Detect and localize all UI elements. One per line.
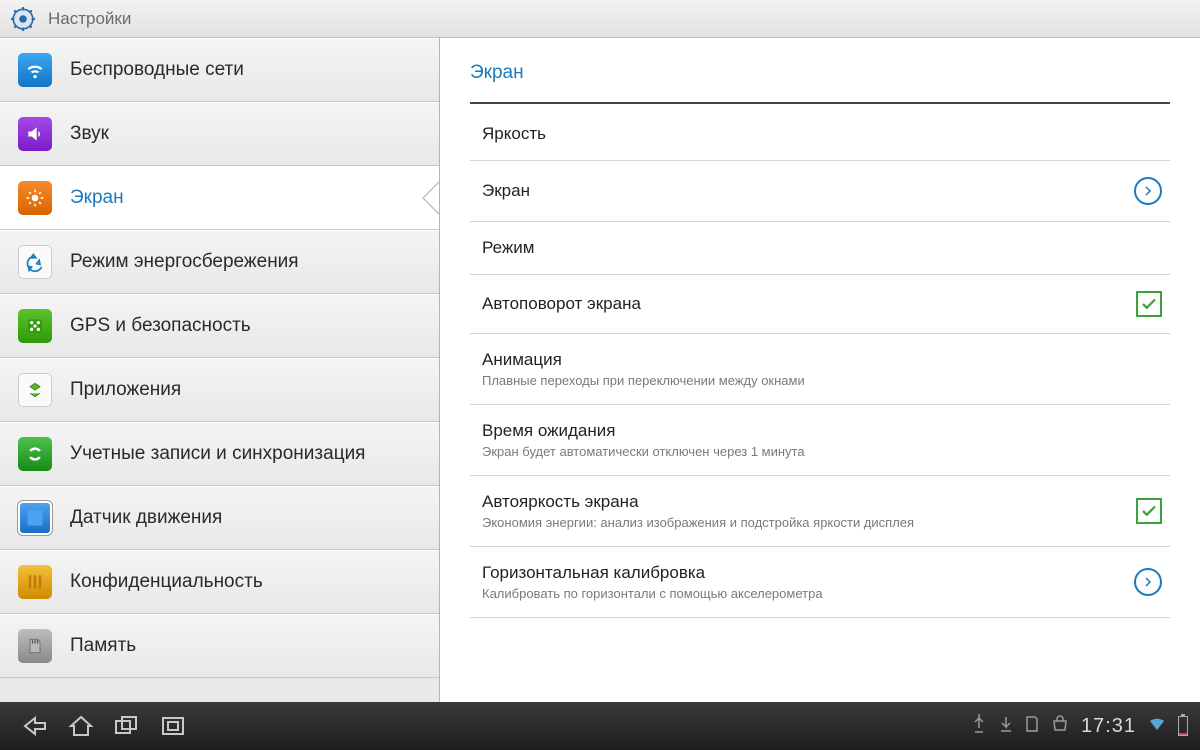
row-brightness[interactable]: Яркость [470,108,1170,161]
chevron-right-icon[interactable] [1134,177,1162,205]
wifi-icon [18,53,52,87]
panel-title: Экран [470,62,1170,104]
checkbox-checked-icon[interactable] [1136,498,1162,524]
sidebar-item-motion-sensor[interactable]: Датчик движения [0,486,439,550]
row-subtitle: Калибровать по горизонтали с помощью акс… [482,586,1134,601]
system-navigation-bar: 17:31 [0,702,1200,750]
row-title: Режим [482,238,1162,258]
fence-icon [18,565,52,599]
checkbox-checked-icon[interactable] [1136,291,1162,317]
apps-icon [18,373,52,407]
sidebar-item-label: Учетные записи и синхронизация [70,443,365,465]
row-mode[interactable]: Режим [470,222,1170,275]
sidebar-item-gps-security[interactable]: GPS и безопасность [0,294,439,358]
row-timeout[interactable]: Время ожидания Экран будет автоматически… [470,405,1170,476]
row-horizontal-calibration[interactable]: Горизонтальная калибровка Калибровать по… [470,547,1170,618]
back-button[interactable] [12,702,58,750]
sidebar-item-applications[interactable]: Приложения [0,358,439,422]
row-auto-brightness[interactable]: Автояркость экрана Экономия энергии: ана… [470,476,1170,547]
row-subtitle: Экономия энергии: анализ изображения и п… [482,515,1136,530]
sidebar-item-label: Экран [70,187,124,209]
status-area[interactable]: 17:31 [971,714,1188,739]
row-title: Автоповорот экрана [482,294,1136,314]
motion-icon [18,501,52,535]
recent-apps-button[interactable] [104,702,150,750]
sidebar-item-label: Звук [70,123,109,145]
header-bar: Настройки [0,0,1200,38]
gps-icon [18,309,52,343]
row-title: Экран [482,181,1134,201]
sidebar-item-label: Память [70,635,136,657]
sidebar-item-privacy[interactable]: Конфиденциальность [0,550,439,614]
usb-icon [971,714,987,739]
sidebar-item-label: Конфиденциальность [70,571,263,593]
sidebar-item-storage[interactable]: Память [0,614,439,678]
sd-card-status-icon [1025,715,1039,738]
row-subtitle: Плавные переходы при переключении между … [482,373,1162,388]
row-title: Анимация [482,350,1162,370]
row-auto-rotate[interactable]: Автоповорот экрана [470,275,1170,334]
row-title: Автояркость экрана [482,492,1136,512]
sidebar-item-accounts-sync[interactable]: Учетные записи и синхронизация [0,422,439,486]
row-screen[interactable]: Экран [470,161,1170,222]
download-icon [999,715,1013,738]
battery-icon [1178,716,1188,736]
row-subtitle: Экран будет автоматически отключен через… [482,444,1162,459]
sidebar-item-label: Датчик движения [70,507,222,529]
row-title: Яркость [482,124,1162,144]
sidebar-item-sound[interactable]: Звук [0,102,439,166]
sidebar-item-label: Режим энергосбережения [70,251,299,273]
chevron-right-icon[interactable] [1134,568,1162,596]
sidebar: Беспроводные сети Звук Экран Режим энерг… [0,38,440,702]
wifi-status-icon [1148,716,1166,737]
speaker-icon [18,117,52,151]
brightness-icon [18,181,52,215]
settings-gear-icon [10,6,36,32]
row-title: Горизонтальная калибровка [482,563,1134,583]
clock: 17:31 [1081,715,1136,738]
sidebar-item-label: Беспроводные сети [70,59,244,81]
sidebar-item-wireless[interactable]: Беспроводные сети [0,38,439,102]
sidebar-item-label: GPS и безопасность [70,315,251,337]
sidebar-item-power-saving[interactable]: Режим энергосбережения [0,230,439,294]
sidebar-item-label: Приложения [70,379,181,401]
screenshot-button[interactable] [150,702,196,750]
market-icon [1051,715,1069,738]
sd-card-icon [18,629,52,663]
row-title: Время ожидания [482,421,1162,441]
header-title: Настройки [48,9,131,29]
sidebar-item-display[interactable]: Экран [0,166,439,230]
sync-icon [18,437,52,471]
row-animation[interactable]: Анимация Плавные переходы при переключен… [470,334,1170,405]
home-button[interactable] [58,702,104,750]
content-panel: Экран Яркость Экран Режим Автоповорот эк… [440,38,1200,702]
recycle-icon [18,245,52,279]
